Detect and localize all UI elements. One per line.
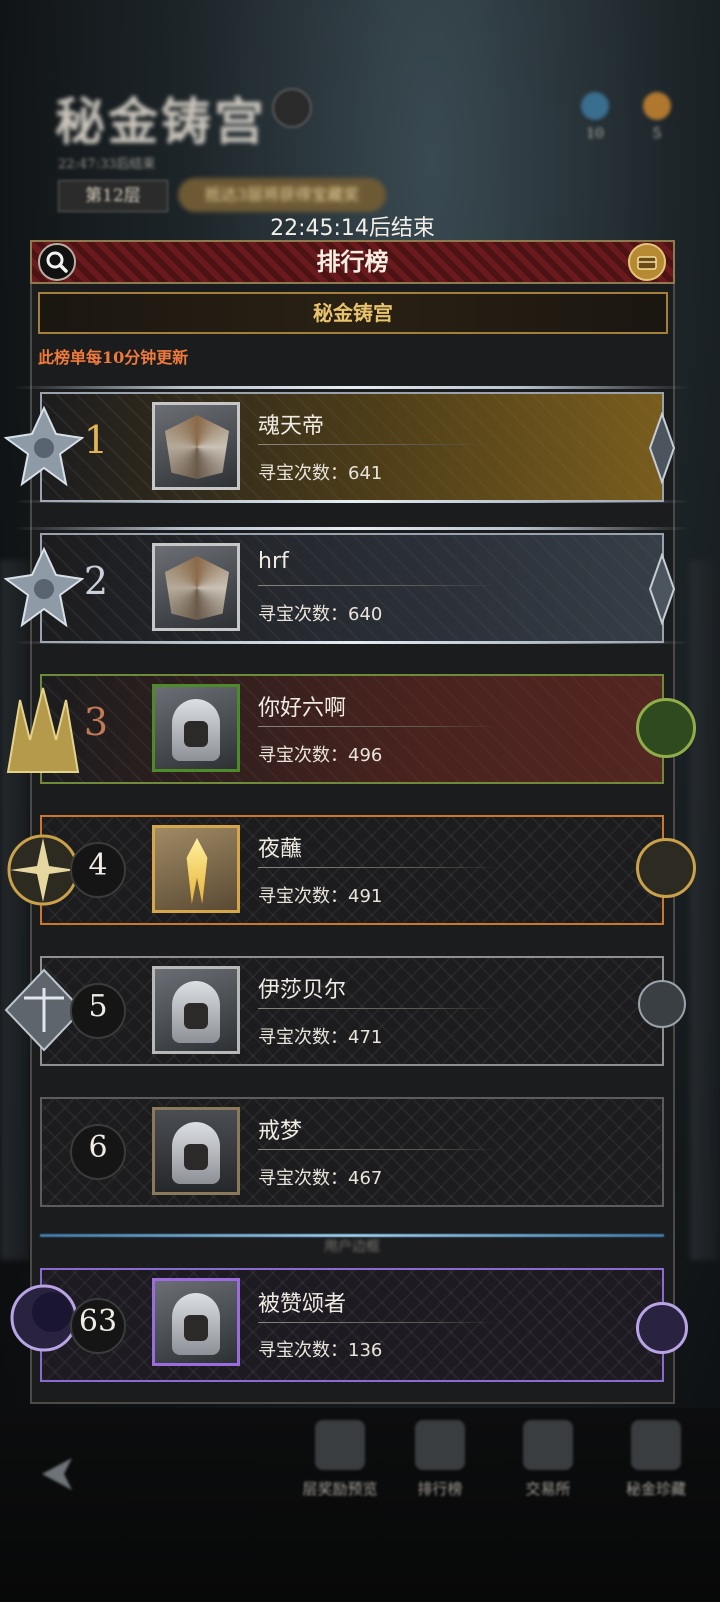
sword-emblem-icon xyxy=(648,412,676,484)
countdown-timer: 22:45:14后结束 xyxy=(270,216,435,241)
compass-emblem-icon xyxy=(636,838,696,898)
reward-icon xyxy=(315,1420,365,1470)
player-name: 魂天帝 xyxy=(258,414,325,439)
name-divider xyxy=(258,1149,498,1150)
nav-leaderboard[interactable]: 排行榜 xyxy=(390,1420,490,1499)
search-count: 寻宝次数：471 xyxy=(258,1027,383,1048)
rank-number: 2 xyxy=(83,559,109,603)
player-avatar[interactable] xyxy=(152,966,240,1054)
search-count: 寻宝次数：496 xyxy=(258,745,383,766)
rank-number: 5 xyxy=(88,989,108,1024)
name-divider xyxy=(258,1008,498,1009)
player-name: 夜蘸 xyxy=(258,837,303,862)
rank-number: 6 xyxy=(88,1130,108,1165)
rank-number: 3 xyxy=(83,700,109,744)
search-count: 寻宝次数：491 xyxy=(258,886,383,907)
treasure-icon xyxy=(631,1420,681,1470)
faded-divider-label: 用户边框 xyxy=(324,1239,380,1255)
row-1-frame-top xyxy=(14,386,690,389)
rank-number: 63 xyxy=(78,1304,118,1339)
back-arrow-icon[interactable] xyxy=(38,1452,92,1496)
player-avatar[interactable] xyxy=(152,1107,240,1195)
glow-divider xyxy=(40,1234,664,1237)
reward-chest-button[interactable] xyxy=(628,243,666,281)
background-search-icon xyxy=(272,88,312,128)
search-icon xyxy=(46,251,68,273)
background-floor: 第12层 xyxy=(58,180,168,212)
search-count: 寻宝次数：136 xyxy=(258,1340,383,1361)
name-divider xyxy=(258,585,498,586)
player-avatar[interactable] xyxy=(152,825,240,913)
scales-emblem-icon xyxy=(638,980,686,1028)
player-avatar[interactable] xyxy=(152,543,240,631)
row-1-frame-bottom xyxy=(14,500,690,503)
search-count: 寻宝次数：641 xyxy=(258,463,383,484)
sword-emblem-icon xyxy=(648,553,676,625)
rank-number: 4 xyxy=(88,848,108,883)
background-subtitle: 22:47:33后结束 xyxy=(58,157,156,172)
search-count: 寻宝次数：467 xyxy=(258,1168,383,1189)
update-notice: 此榜单每10分钟更新 xyxy=(38,348,189,367)
nav-exchange[interactable]: 交易所 xyxy=(498,1420,598,1499)
nav-treasures[interactable]: 秘金珍藏 xyxy=(606,1420,706,1499)
player-avatar[interactable] xyxy=(152,1278,240,1366)
player-avatar[interactable] xyxy=(152,684,240,772)
background-resource-1: 10 xyxy=(574,92,616,142)
player-name: 戒梦 xyxy=(258,1119,303,1144)
background-resource-2: 5 xyxy=(636,92,678,142)
name-divider xyxy=(258,1322,498,1323)
row-2-frame-top xyxy=(14,527,690,530)
player-name: hrf xyxy=(258,549,289,574)
name-divider xyxy=(258,726,498,727)
background-title: 秘金铸宫 xyxy=(55,92,267,151)
trophy-icon xyxy=(415,1420,465,1470)
crown-emblem-icon xyxy=(636,698,696,758)
search-button[interactable] xyxy=(38,243,76,281)
nav-floor-rewards[interactable]: 层奖励预览 xyxy=(290,1420,390,1499)
blue-crystal-icon xyxy=(581,92,609,120)
name-divider xyxy=(258,444,498,445)
background-pillar-right xyxy=(690,560,720,1260)
shop-icon xyxy=(523,1420,573,1470)
player-avatar[interactable] xyxy=(152,402,240,490)
player-name: 你好六啊 xyxy=(258,696,347,721)
search-count: 寻宝次数：640 xyxy=(258,604,383,625)
background-banner: 抵达3层将获得宝藏奖 xyxy=(178,178,386,212)
rank-number: 1 xyxy=(83,418,109,462)
leaderboard-tab-title: 秘金铸宫 xyxy=(38,292,668,334)
treasure-chest-icon xyxy=(637,256,657,270)
panel-title: 排行榜 xyxy=(316,247,389,276)
name-divider xyxy=(258,867,498,868)
player-name: 伊莎贝尔 xyxy=(258,978,347,1003)
crescent-emblem-icon xyxy=(636,1302,688,1354)
player-name: 被赞颂者 xyxy=(258,1292,347,1317)
row-2-frame-bottom xyxy=(14,641,690,644)
gold-compass-icon xyxy=(643,92,671,120)
